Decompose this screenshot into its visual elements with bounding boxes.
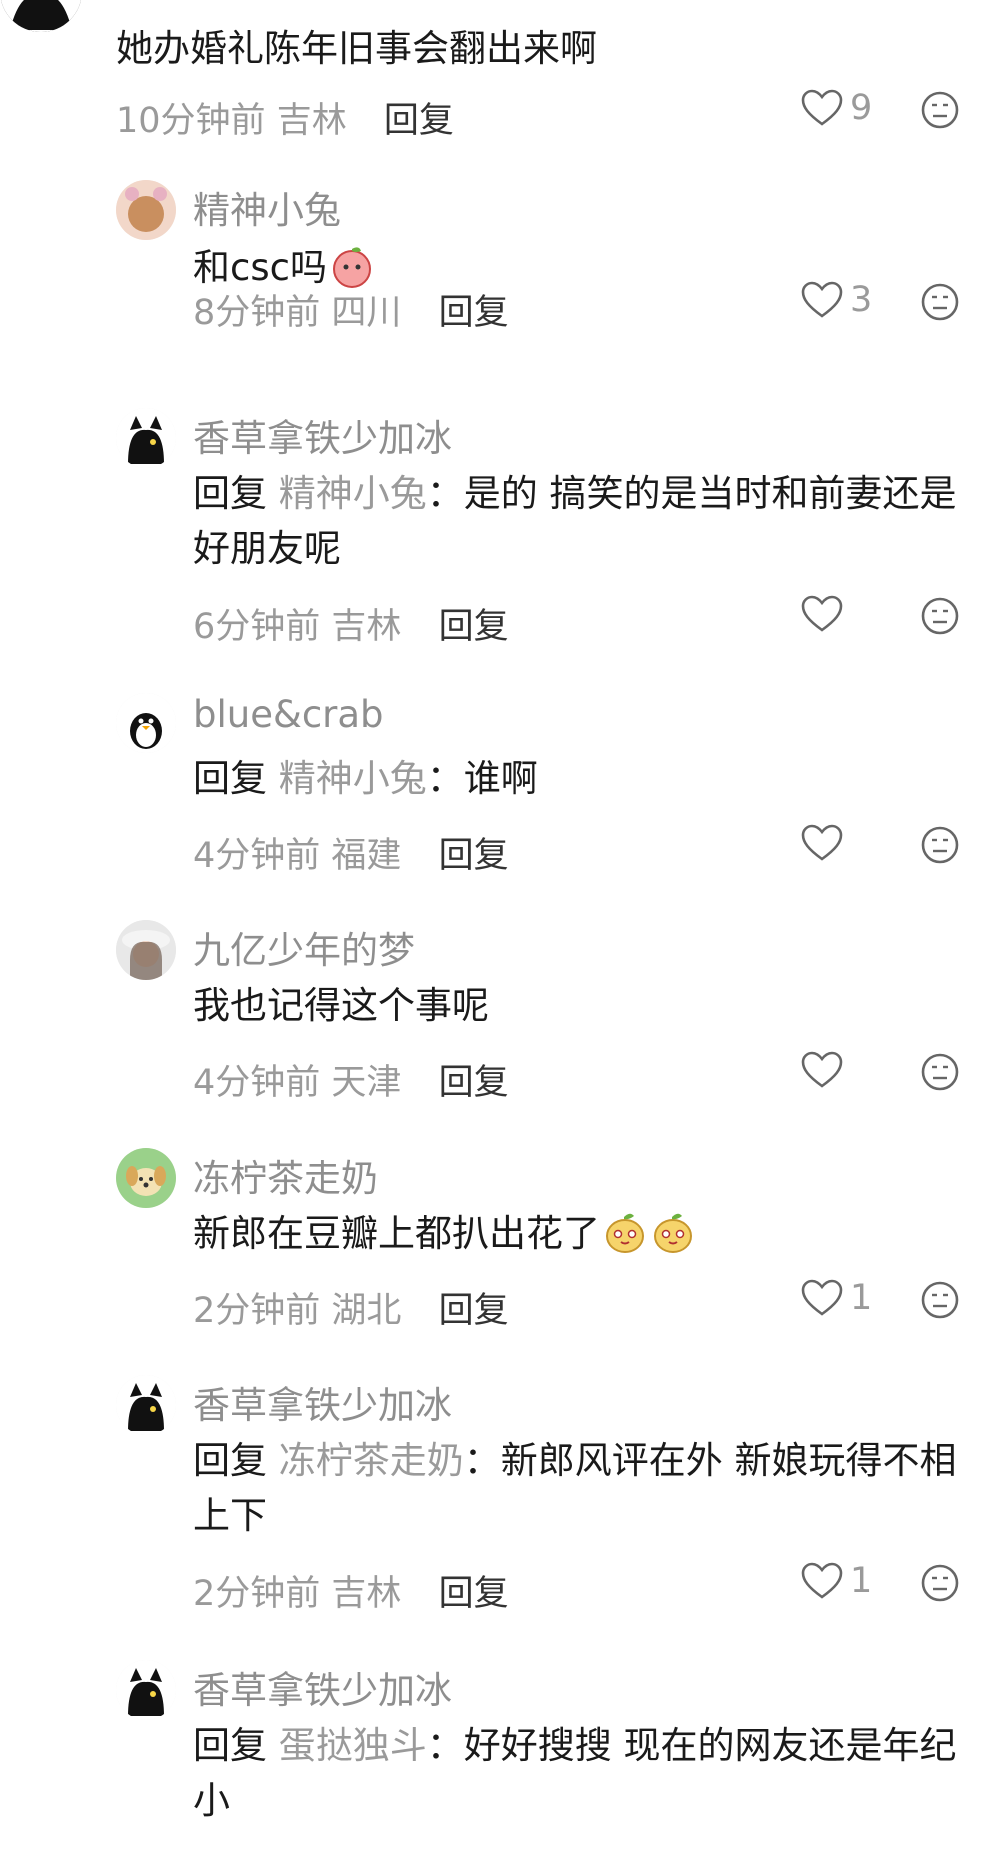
dislike-button[interactable]: [920, 825, 960, 865]
avatar-black-cat[interactable]: [0, 0, 82, 32]
meh-face-icon: [921, 1281, 959, 1319]
heart-icon: [801, 824, 843, 861]
reply-prefix: 回复: [193, 1439, 267, 1482]
reply-location: 吉林: [331, 1574, 402, 1614]
username[interactable]: 香草拿铁少加冰: [193, 1375, 452, 1429]
dislike-button[interactable]: [920, 90, 960, 130]
comment-meta: 10分钟前 吉林 回复: [116, 92, 454, 143]
meh-face-icon: [921, 1564, 959, 1602]
reply-button[interactable]: 回复: [439, 1291, 509, 1331]
avatar-penguin[interactable]: [116, 693, 176, 753]
heart-icon: [801, 1051, 843, 1088]
avatar-black-cat[interactable]: [116, 408, 176, 468]
like-button[interactable]: [800, 823, 850, 863]
mention[interactable]: 蛋挞独斗: [279, 1724, 427, 1767]
like-count: 1: [850, 1561, 873, 1601]
avatar-girl[interactable]: [116, 920, 176, 980]
like-button[interactable]: [800, 1050, 850, 1090]
root-comment: 她办婚礼陈年旧事会翻出来啊 10分钟前 吉林 回复 9: [0, 0, 985, 150]
reply-text: 回复 精神小兔：是的 搞笑的是当时和前妻还是好朋友呢: [193, 466, 963, 576]
reply-button[interactable]: 回复: [439, 293, 509, 333]
reply-time: 8分钟前: [193, 293, 321, 333]
reply-meta: 4分钟前 福建 回复: [193, 827, 509, 878]
reply-button[interactable]: 回复: [384, 101, 454, 141]
reply-text: 回复 精神小兔：谁啊: [193, 751, 963, 806]
reply-button[interactable]: 回复: [439, 607, 509, 647]
reply-text: 回复 蛋挞独斗：好好搜搜 现在的网友还是年纪小: [193, 1718, 963, 1828]
reply-time: 2分钟前: [193, 1574, 321, 1614]
avatar-bear[interactable]: [116, 180, 176, 240]
reply-content: 我也记得这个事呢: [193, 984, 489, 1027]
reply-content: ：谁啊: [426, 757, 538, 800]
reply-prefix: 回复: [193, 1724, 267, 1767]
reply-time: 4分钟前: [193, 836, 321, 876]
reply-button[interactable]: 回复: [439, 1574, 509, 1614]
username[interactable]: 香草拿铁少加冰: [193, 408, 452, 462]
peach-emoji-icon: [329, 243, 375, 289]
pear-emoji-icon: [650, 1209, 696, 1255]
avatar-dog[interactable]: [116, 1148, 176, 1208]
reply-time: 6分钟前: [193, 607, 321, 647]
username[interactable]: 精神小兔: [193, 180, 341, 234]
reply-meta: 4分钟前 天津 回复: [193, 1054, 509, 1105]
pear-emoji-icon: [602, 1209, 648, 1255]
reply-meta: 2分钟前 湖北 回复: [193, 1282, 509, 1333]
reply-meta: 2分钟前 吉林 回复: [193, 1565, 509, 1616]
username[interactable]: 九亿少年的梦: [193, 920, 415, 974]
reply-location: 天津: [331, 1063, 402, 1103]
reply-meta: 8分钟前 四川 回复: [193, 284, 509, 335]
like-button[interactable]: [800, 594, 850, 634]
like-button[interactable]: 1: [800, 1278, 872, 1318]
reply-location: 吉林: [331, 607, 402, 647]
heart-icon: [801, 1562, 843, 1599]
comment-text: 她办婚礼陈年旧事会翻出来啊: [116, 27, 597, 70]
like-count: 3: [850, 280, 873, 320]
dislike-button[interactable]: [920, 596, 960, 636]
reply-time: 2分钟前: [193, 1291, 321, 1331]
heart-icon: [801, 89, 843, 126]
heart-icon: [801, 281, 843, 318]
username[interactable]: blue&crab: [193, 693, 384, 736]
meh-face-icon: [921, 826, 959, 864]
reply-prefix: 回复: [193, 472, 267, 515]
reply-content: 新郎在豆瓣上都扒出花了: [193, 1212, 600, 1255]
reply-button[interactable]: 回复: [439, 836, 509, 876]
username[interactable]: 冻柠茶走奶: [193, 1148, 378, 1202]
reply-time: 4分钟前: [193, 1063, 321, 1103]
reply-location: 福建: [331, 836, 402, 876]
avatar-black-cat[interactable]: [116, 1660, 176, 1720]
like-button[interactable]: 1: [800, 1561, 872, 1601]
like-count: 1: [850, 1278, 873, 1318]
avatar-black-cat[interactable]: [116, 1375, 176, 1435]
like-button[interactable]: 9: [800, 88, 872, 128]
like-count: 9: [850, 88, 873, 128]
reply-location: 湖北: [331, 1291, 402, 1331]
reply-text: 我也记得这个事呢: [193, 978, 963, 1033]
dislike-button[interactable]: [920, 1052, 960, 1092]
dislike-button[interactable]: [920, 282, 960, 322]
like-button[interactable]: 3: [800, 280, 872, 320]
dislike-button[interactable]: [920, 1563, 960, 1603]
reply-text: 回复 冻柠茶走奶：新郎风评在外 新娘玩得不相上下: [193, 1433, 963, 1543]
username[interactable]: 香草拿铁少加冰: [193, 1660, 452, 1714]
meh-face-icon: [921, 91, 959, 129]
mention[interactable]: 精神小兔: [279, 757, 427, 800]
heart-icon: [801, 595, 843, 632]
mention[interactable]: 冻柠茶走奶: [279, 1439, 464, 1482]
comment-time: 10分钟前: [116, 101, 266, 141]
meh-face-icon: [921, 1053, 959, 1091]
reply-location: 四川: [331, 293, 402, 333]
reply-meta: 6分钟前 吉林 回复: [193, 598, 509, 649]
heart-icon: [801, 1279, 843, 1316]
reply-content: 和csc吗: [193, 246, 327, 289]
reply-button[interactable]: 回复: [439, 1063, 509, 1103]
reply-prefix: 回复: [193, 757, 267, 800]
comment-location: 吉林: [276, 101, 347, 141]
mention[interactable]: 精神小兔: [279, 472, 427, 515]
meh-face-icon: [921, 597, 959, 635]
reply-text: 新郎在豆瓣上都扒出花了: [193, 1206, 963, 1261]
dislike-button[interactable]: [920, 1280, 960, 1320]
meh-face-icon: [921, 283, 959, 321]
